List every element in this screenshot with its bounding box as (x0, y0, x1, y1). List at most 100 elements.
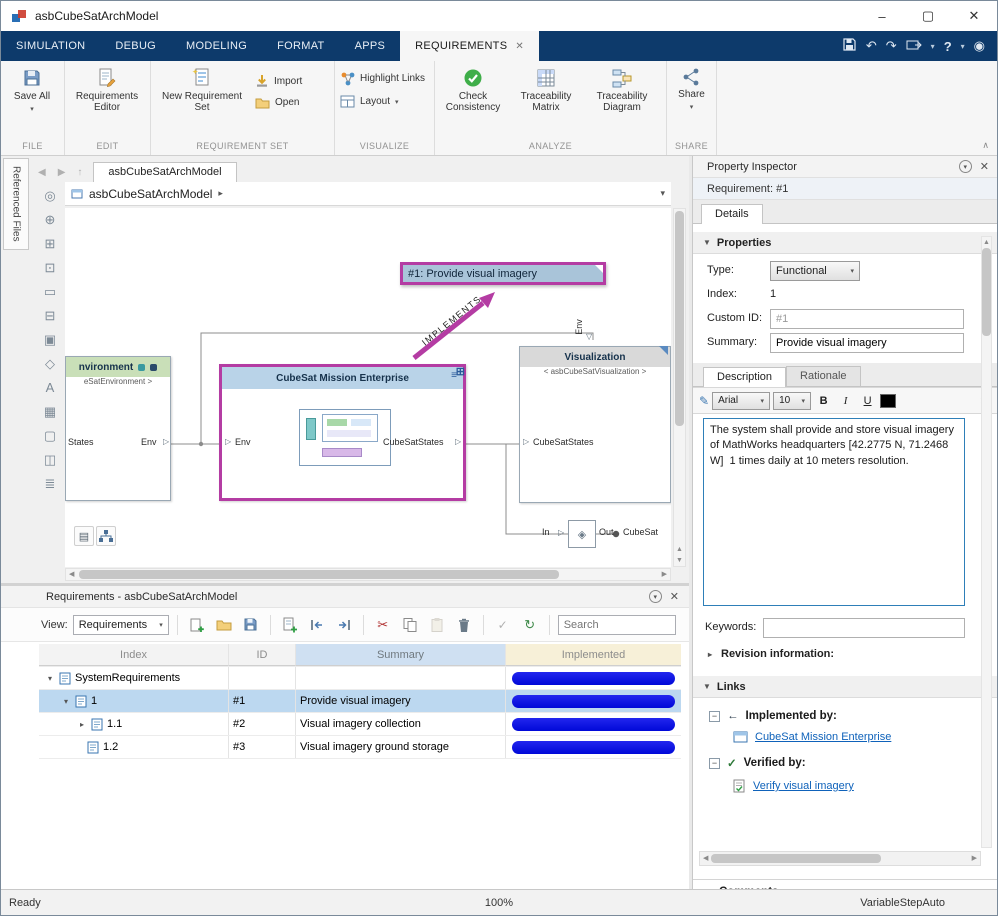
traceability-diagram-button[interactable]: Traceability Diagram (586, 65, 658, 113)
layout-button[interactable]: Layout ▾ (340, 95, 399, 108)
publish-icon[interactable] (906, 38, 922, 55)
close-tab-icon[interactable]: ✕ (515, 41, 524, 52)
delete-icon[interactable] (453, 614, 475, 636)
forward-icon[interactable]: ▶ (53, 167, 71, 182)
keywords-field[interactable] (763, 618, 965, 638)
promote-requirement-icon-button[interactable] (306, 614, 328, 636)
expander-icon[interactable]: ▾ (45, 674, 55, 683)
paste-icon[interactable] (426, 614, 448, 636)
tab-description[interactable]: Description (703, 367, 786, 387)
help-icon[interactable]: ? (944, 39, 952, 54)
scroll-up-icon[interactable]: ▲ (983, 237, 990, 248)
new-requirement-set-button[interactable]: New Requirement Set (156, 65, 248, 113)
inspector-hscrollbar[interactable]: ◀ ▶ (699, 851, 981, 866)
open-requirement-set-icon-button[interactable] (213, 614, 235, 636)
font-color-swatch[interactable] (880, 394, 896, 408)
zoom-icon[interactable]: ⊕ (45, 212, 56, 227)
save-requirement-set-icon-button[interactable] (240, 614, 262, 636)
font-size-select[interactable]: 10 ▾ (773, 392, 811, 410)
import-button[interactable]: Import (255, 74, 302, 88)
undo-icon[interactable]: ↶ (866, 38, 877, 54)
vscroll-thumb[interactable] (982, 248, 991, 336)
panel-menu-icon[interactable]: ▾ (959, 160, 972, 173)
hierarchy-button[interactable] (96, 526, 116, 546)
table-row[interactable]: ▾ SystemRequirements (39, 667, 681, 690)
search-input[interactable] (558, 615, 676, 635)
column-index[interactable]: Index (39, 644, 229, 666)
refresh-icon[interactable]: ↻ (519, 614, 541, 636)
split-screen-icon[interactable]: ⊟ (45, 308, 56, 323)
record-icon[interactable]: ◉ (974, 38, 985, 54)
tab-apps[interactable]: APPS (340, 31, 401, 61)
explorer-bar-icon[interactable]: ◎ (44, 188, 55, 203)
hscroll-thumb[interactable] (79, 570, 559, 579)
legend-button[interactable]: ▤ (74, 526, 94, 546)
breadcrumb[interactable]: asbCubeSatArchModel ▸ ▾ (65, 182, 671, 206)
panel-close-icon[interactable]: ✕ (670, 590, 679, 603)
font-select[interactable]: Arial ▾ (712, 392, 770, 410)
hscroll-thumb[interactable] (711, 854, 881, 863)
back-icon[interactable]: ◀ (33, 167, 51, 182)
solver-name[interactable]: VariableStepAuto (860, 897, 997, 909)
column-implemented[interactable]: Implemented (506, 644, 681, 666)
table-row[interactable]: 1.2 #3 Visual imagery ground storage (39, 736, 681, 759)
breadcrumb-dropdown-icon[interactable]: ▾ (660, 188, 665, 199)
publish-caret-icon[interactable]: ▾ (931, 42, 935, 51)
scroll-right-icon[interactable]: ▶ (969, 853, 980, 864)
minimize-button[interactable]: – (859, 1, 905, 31)
document-tab[interactable]: asbCubeSatArchModel (93, 162, 236, 182)
open-button[interactable]: Open (255, 96, 302, 109)
tab-simulation[interactable]: SIMULATION (1, 31, 100, 61)
check-consistency-button[interactable]: Check Consistency (440, 65, 506, 113)
collapse-ribbon-icon[interactable]: ∧ (982, 140, 989, 151)
expander-icon[interactable]: ▸ (77, 720, 87, 729)
link-check-icon[interactable]: ✓ (492, 614, 514, 636)
scroll-right-icon[interactable]: ▶ (659, 569, 670, 580)
custom-id-field[interactable]: #1 (770, 309, 964, 329)
referenced-files-tab[interactable]: Referenced Files (3, 158, 29, 250)
zoom-region-icon[interactable]: ⊡ (45, 260, 56, 275)
cut-icon[interactable]: ✂ (372, 614, 394, 636)
description-textarea[interactable]: The system shall provide and store visua… (703, 418, 965, 606)
viewmark-icon[interactable]: ◇ (45, 356, 55, 371)
requirement-annotation[interactable]: #1: Provide visual imagery (400, 262, 606, 285)
panel-close-icon[interactable]: ✕ (980, 160, 989, 173)
image-icon[interactable]: ▦ (44, 404, 56, 419)
screenshot-icon[interactable]: ◫ (44, 452, 56, 467)
requirements-editor-button[interactable]: Requirements Editor (70, 65, 144, 113)
canvas-vscrollbar[interactable]: ▲ ▼ (673, 208, 686, 567)
share-caret-icon[interactable]: ▾ (690, 102, 694, 113)
tab-debug[interactable]: DEBUG (100, 31, 171, 61)
panel-menu-icon[interactable]: ▾ (649, 590, 662, 603)
quick-save-icon[interactable] (842, 37, 857, 55)
tab-format[interactable]: FORMAT (262, 31, 339, 61)
summary-field[interactable]: Provide visual imagery (770, 333, 964, 353)
environment-block[interactable]: nvironment eSatEnvironment > (65, 356, 171, 501)
copy-icon[interactable] (399, 614, 421, 636)
breadcrumb-model[interactable]: asbCubeSatArchModel (89, 187, 212, 201)
table-header-row[interactable]: Index ID Summary Implemented (39, 644, 681, 667)
visualization-block[interactable]: Visualization < asbCubeSatVisualization … (519, 346, 671, 503)
collapse-link-icon[interactable]: − (709, 758, 720, 769)
expander-icon[interactable]: ▾ (61, 697, 71, 706)
help-caret-icon[interactable]: ▾ (961, 42, 965, 51)
tab-details[interactable]: Details (701, 204, 763, 224)
highlight-links-button[interactable]: Highlight Links (340, 71, 425, 86)
layers-icon[interactable]: ≣ (45, 476, 56, 491)
verified-by-link[interactable]: Verify visual imagery (753, 780, 854, 792)
canvas-hscrollbar[interactable]: ◀ ▶ (65, 568, 671, 581)
table-row-selected[interactable]: ▾ 1 #1 Provide visual imagery (39, 690, 681, 713)
scroll-down-icon[interactable]: ▼ (676, 555, 683, 566)
maximize-button[interactable]: ▢ (905, 1, 951, 31)
traceability-matrix-button[interactable]: Traceability Matrix (509, 65, 583, 113)
redo-icon[interactable]: ↷ (886, 38, 897, 54)
bold-button[interactable]: B (814, 391, 833, 410)
collapse-link-icon[interactable]: − (709, 711, 720, 722)
fit-view-icon[interactable]: ⊞ (45, 236, 56, 251)
up-icon[interactable]: ↑ (72, 167, 87, 182)
tab-modeling[interactable]: MODELING (171, 31, 262, 61)
type-select[interactable]: Functional ▾ (770, 261, 860, 281)
view-select[interactable]: Requirements ▾ (73, 615, 169, 635)
breadcrumb-caret-icon[interactable]: ▸ (218, 188, 223, 199)
area-icon[interactable]: ▢ (44, 428, 56, 443)
